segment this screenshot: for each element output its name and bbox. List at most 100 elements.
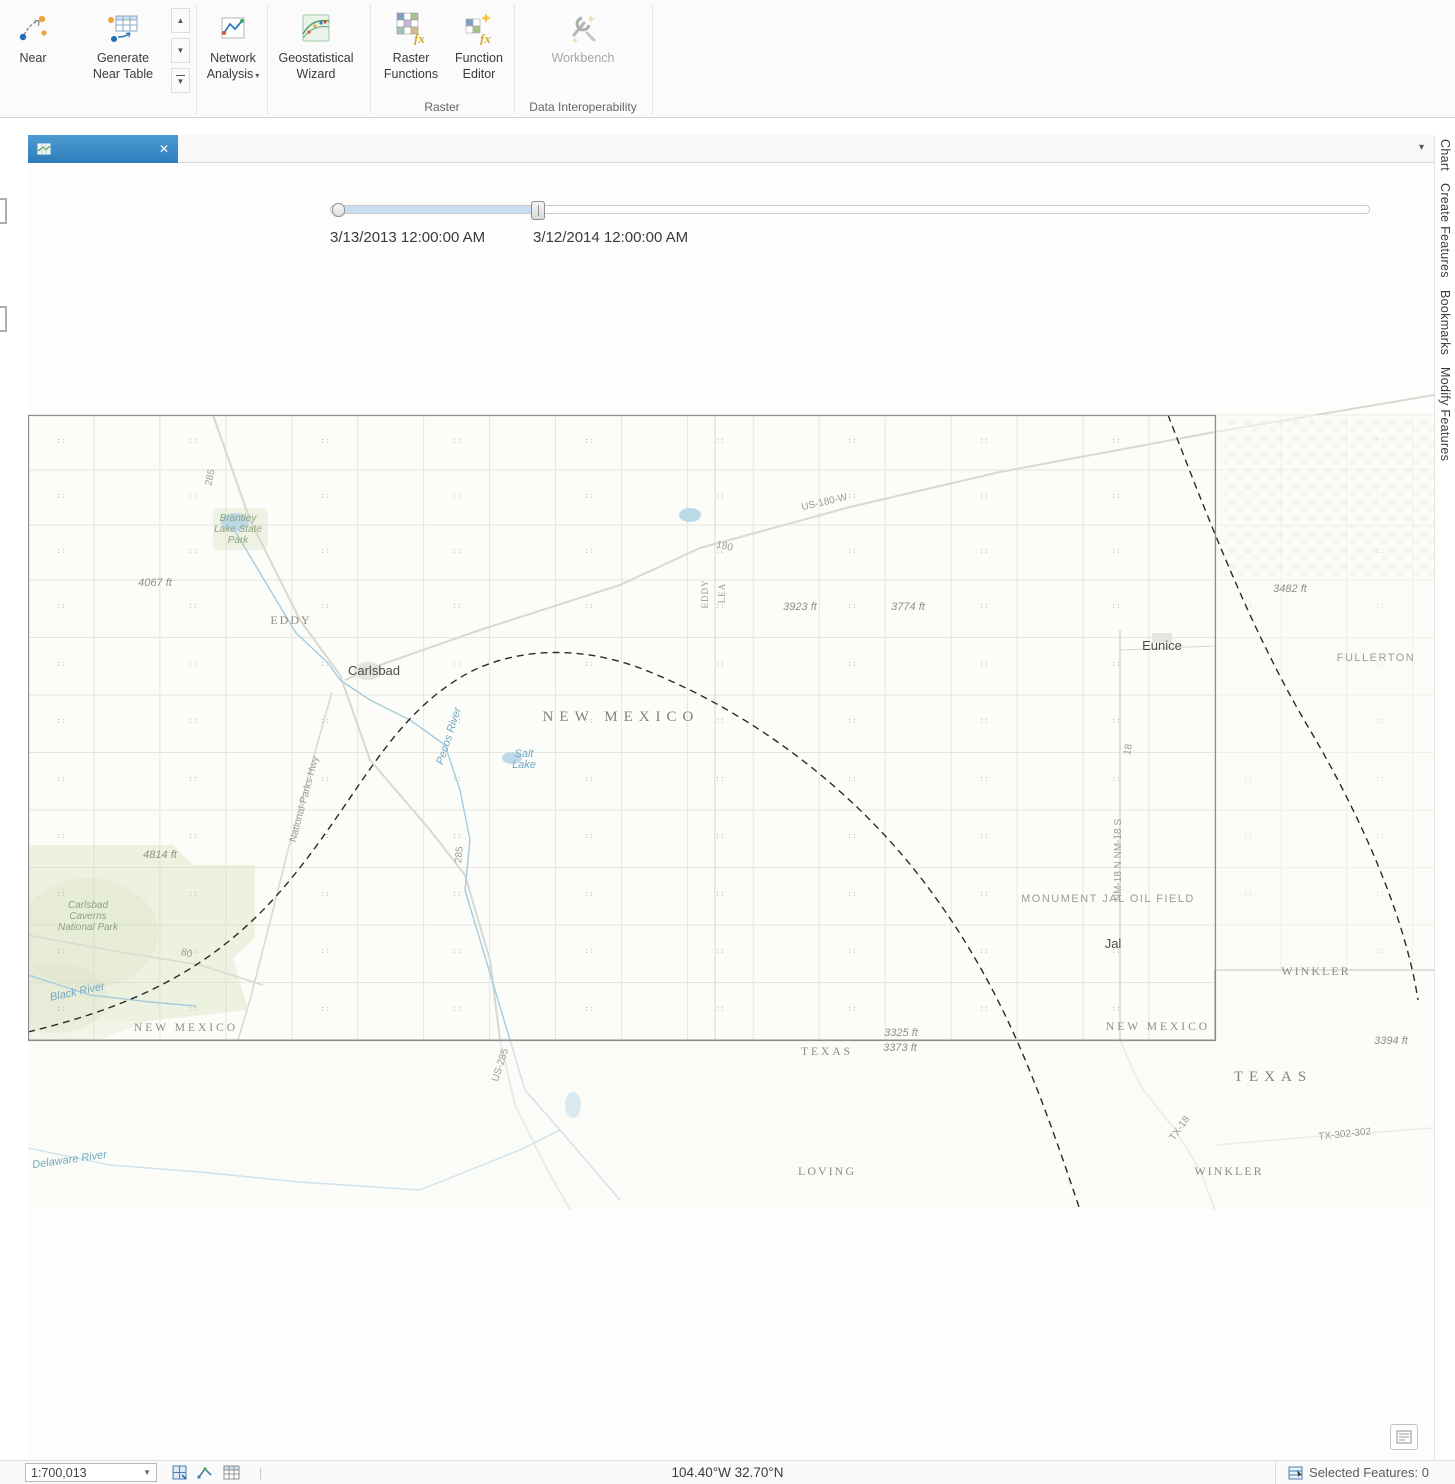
ribbon-separator — [267, 4, 268, 114]
svg-text:::: :: — [320, 491, 330, 500]
map-label: LEA — [717, 583, 727, 604]
near-button-label: Near — [19, 51, 47, 65]
svg-text:::: :: — [320, 1004, 330, 1013]
map-label: 3325 ft — [884, 1027, 919, 1039]
map-label: LOVING — [798, 1164, 856, 1178]
map-label: MONUMENT JAL OIL FIELD — [1021, 893, 1195, 905]
svg-text:::: :: — [847, 774, 857, 783]
close-icon[interactable]: ✕ — [159, 143, 169, 155]
time-slider-start-handle[interactable] — [332, 203, 345, 217]
raster-functions-icon: fx — [394, 7, 428, 49]
svg-text:::: :: — [979, 774, 989, 783]
right-tab-chart[interactable]: Chart — [1438, 139, 1452, 171]
svg-text:::: :: — [715, 831, 725, 840]
map-grid-icon — [172, 1465, 187, 1480]
selected-features-indicator[interactable]: Selected Features: 0 — [1275, 1461, 1429, 1484]
svg-text:::: :: — [979, 1004, 989, 1013]
ribbon-scroll-up-button[interactable]: ▲ — [171, 8, 190, 33]
svg-text:::: :: — [715, 946, 725, 955]
svg-text:::: :: — [1111, 659, 1121, 668]
svg-text:::: :: — [56, 1004, 66, 1013]
svg-text:::: :: — [188, 831, 198, 840]
generate-near-table-button[interactable]: Generate Near Table — [88, 0, 158, 83]
near-button[interactable]: Near — [6, 0, 60, 68]
svg-text:::: :: — [979, 889, 989, 898]
svg-text:::: :: — [452, 1004, 462, 1013]
right-tab-bookmarks[interactable]: Bookmarks — [1438, 290, 1452, 355]
collapsed-left-panel[interactable] — [0, 118, 28, 1460]
time-slider[interactable]: 3/13/2013 12:00:00 AM 3/12/2014 12:00:00… — [330, 201, 1370, 255]
svg-text:::: :: — [452, 831, 462, 840]
function-editor-icon: fx — [462, 7, 496, 49]
svg-text:::: :: — [56, 546, 66, 555]
function-editor-label: Function Editor — [455, 51, 503, 81]
raster-functions-button[interactable]: fx Raster Functions — [380, 0, 442, 83]
right-tab-create-features[interactable]: Create Features — [1438, 183, 1452, 278]
map-label: NEW MEXICO — [134, 1022, 238, 1034]
time-slider-end-handle[interactable] — [531, 201, 545, 220]
ribbon-separator — [652, 4, 653, 114]
attribute-table-icon — [223, 1465, 240, 1480]
collapsed-pane-tab[interactable] — [0, 306, 7, 332]
map-label: TEXAS — [801, 1046, 853, 1058]
ribbon-collapse-button[interactable]: ▼ — [171, 68, 190, 93]
svg-text:::: :: — [56, 774, 66, 783]
svg-text:::: :: — [320, 774, 330, 783]
map-label: EDDY — [700, 580, 710, 609]
svg-text:::: :: — [847, 659, 857, 668]
function-editor-button[interactable]: fx Function Editor — [448, 0, 510, 83]
scale-value: 1:700,013 — [31, 1465, 87, 1480]
map-tab-icon — [37, 142, 51, 156]
svg-text:::: :: — [584, 1004, 594, 1013]
map-label: Jal — [1105, 936, 1122, 951]
map-grid-button[interactable] — [171, 1464, 188, 1481]
map-label: 285 — [453, 846, 465, 864]
svg-text:::: :: — [715, 889, 725, 898]
ribbon-group-raster-label: Raster — [424, 100, 460, 114]
ribbon-separator — [370, 4, 371, 114]
scale-selector[interactable]: 1:700,013 ▼ — [25, 1463, 157, 1482]
map-notification-button[interactable] — [1390, 1424, 1418, 1450]
svg-text:::: :: — [320, 946, 330, 955]
svg-text:fx: fx — [414, 31, 425, 45]
network-analysis-button[interactable]: Network Analysis ▾ — [200, 0, 266, 83]
tab-list-caret-icon[interactable]: ▾ — [1419, 142, 1424, 153]
map-label: 3373 ft — [883, 1042, 918, 1054]
svg-text:::: :: — [584, 491, 594, 500]
svg-text:::: :: — [188, 491, 198, 500]
map-label: WINKLER — [1194, 1164, 1263, 1178]
right-tab-modify-features[interactable]: Modify Features — [1438, 367, 1452, 461]
map-canvas[interactable]: ::::::::::::::::::::::::::::::::::::::::… — [28, 163, 1434, 1460]
attribute-table-button[interactable] — [223, 1465, 240, 1480]
svg-text:::: :: — [847, 436, 857, 445]
time-slider-end-label: 3/12/2014 12:00:00 AM — [533, 229, 689, 246]
svg-text:::: :: — [715, 659, 725, 668]
map-viewport[interactable]: ::::::::::::::::::::::::::::::::::::::::… — [28, 163, 1434, 1460]
svg-text:::: :: — [452, 546, 462, 555]
workbench-button[interactable]: Workbench — [540, 0, 626, 68]
svg-text:::: :: — [584, 889, 594, 898]
svg-text:::: :: — [979, 436, 989, 445]
view-tab-bar: ✕ ▾ — [28, 135, 1434, 163]
time-slider-track[interactable] — [330, 201, 1370, 220]
svg-text:::: :: — [56, 659, 66, 668]
ribbon-scroll-down-button[interactable]: ▼ — [171, 38, 190, 63]
dropdown-caret-icon: ▾ — [255, 70, 260, 80]
svg-text:::: :: — [847, 716, 857, 725]
svg-text:::: :: — [320, 716, 330, 725]
svg-text:::: :: — [56, 716, 66, 725]
svg-text:::: :: — [584, 436, 594, 445]
svg-text:::: :: — [1111, 716, 1121, 725]
svg-text:::: :: — [584, 546, 594, 555]
geostatistical-wizard-icon — [300, 7, 332, 49]
map-view-tab[interactable]: ✕ — [28, 135, 178, 163]
near-icon — [17, 7, 49, 49]
svg-text:::: :: — [715, 436, 725, 445]
svg-text:::: :: — [584, 831, 594, 840]
svg-text:::: :: — [56, 889, 66, 898]
geostatistical-wizard-button[interactable]: Geostatistical Wizard — [270, 0, 362, 83]
collapsed-pane-tab[interactable] — [0, 198, 7, 224]
svg-text:::: :: — [320, 889, 330, 898]
snapping-button[interactable] — [197, 1464, 214, 1481]
svg-text:::: :: — [56, 436, 66, 445]
